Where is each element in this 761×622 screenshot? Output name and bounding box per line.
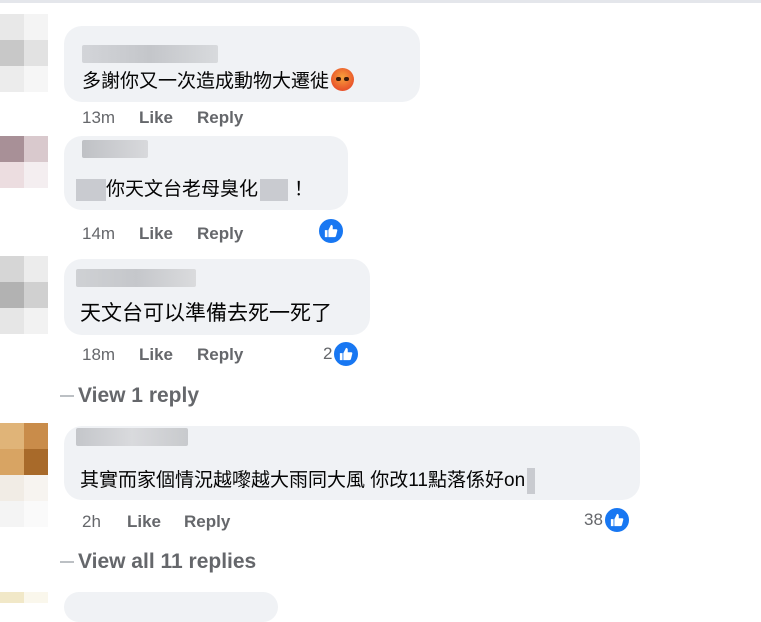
comment-text: 天文台可以準備去死一死了 [80, 302, 332, 325]
reply-button[interactable]: Reply [197, 224, 243, 244]
comment-timestamp[interactable]: 18m [82, 345, 115, 365]
reply-button[interactable]: Reply [197, 345, 243, 365]
comment-bubble: 天文台可以準備去死一死了 [64, 259, 370, 335]
comment-timestamp[interactable]: 13m [82, 108, 115, 128]
reaction-summary[interactable]: 2 [323, 340, 361, 368]
comment-text: 你天文台老母臭化！ [76, 174, 313, 201]
comment-bubble: 其實而家個情況越嚟越大雨同大風 你改11點落係好on [64, 426, 640, 500]
like-button[interactable]: Like [139, 108, 173, 128]
comment-text: 多謝你又一次造成動物大遷徙 [82, 66, 355, 93]
like-reaction-icon [317, 217, 345, 245]
commenter-name-redacted[interactable] [76, 428, 188, 446]
comment-timestamp[interactable]: 14m [82, 224, 115, 244]
view-replies-link[interactable]: View 1 reply [60, 384, 199, 408]
like-button[interactable]: Like [139, 345, 173, 365]
reply-button[interactable]: Reply [197, 108, 243, 128]
like-reaction-icon [602, 506, 631, 534]
commenter-name-redacted[interactable] [82, 45, 218, 63]
truncated-text [527, 467, 536, 494]
like-reaction-icon [332, 340, 361, 368]
avatar[interactable] [0, 256, 48, 334]
like-button[interactable]: Like [127, 512, 161, 532]
reply-button[interactable]: Reply [184, 512, 230, 532]
avatar[interactable] [0, 136, 48, 188]
comment-bubble [64, 592, 278, 622]
angry-emoji-icon [331, 68, 355, 91]
redacted-text [76, 178, 106, 201]
avatar[interactable] [0, 423, 48, 527]
commenter-name-redacted[interactable] [82, 140, 148, 158]
comment-bubble: 多謝你又一次造成動物大遷徙 [64, 26, 420, 102]
reaction-count: 38 [584, 510, 603, 529]
redacted-text [260, 178, 289, 201]
avatar[interactable] [0, 14, 48, 92]
comment-timestamp[interactable]: 2h [82, 512, 101, 532]
top-divider [0, 0, 761, 3]
reaction-summary[interactable] [317, 217, 345, 245]
reaction-count: 2 [323, 344, 333, 363]
comment-text: 其實而家個情況越嚟越大雨同大風 你改11點落係好on [80, 465, 536, 494]
reply-thread-line [60, 395, 74, 398]
commenter-name-redacted[interactable] [76, 269, 196, 287]
reply-thread-line [60, 561, 74, 564]
reaction-summary[interactable]: 38 [584, 506, 631, 534]
view-replies-link[interactable]: View all 11 replies [60, 550, 256, 574]
like-button[interactable]: Like [139, 224, 173, 244]
avatar[interactable] [0, 592, 48, 603]
comment-bubble: 你天文台老母臭化！ [64, 136, 348, 210]
